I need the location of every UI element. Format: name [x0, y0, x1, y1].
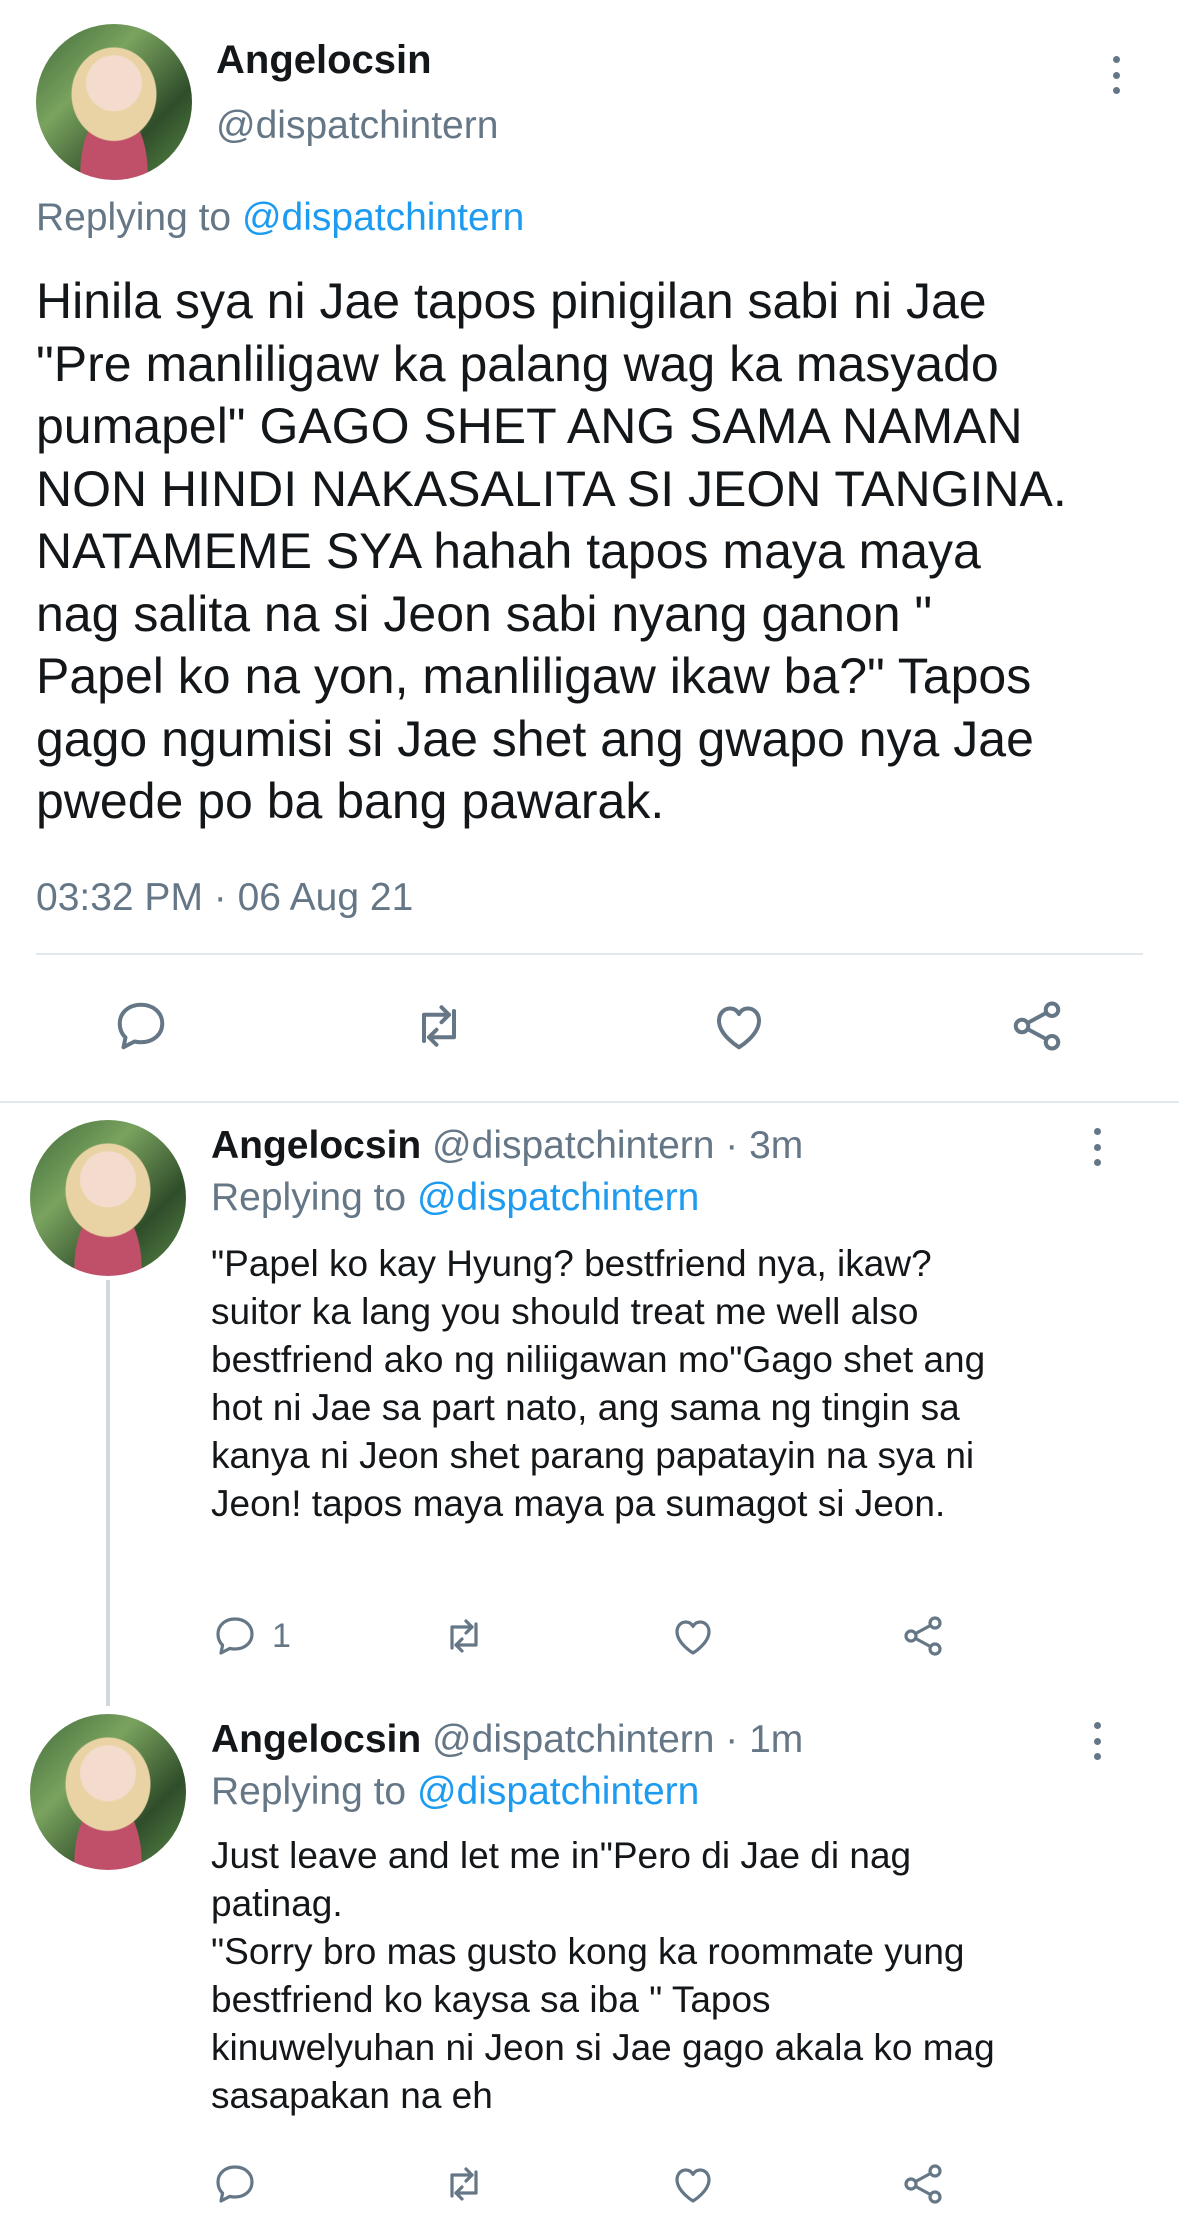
reply-icon[interactable]: [110, 996, 172, 1056]
tweet-text-line: pwede po ba bang pawarak.: [36, 773, 665, 829]
tweet-text-line: NATAMEME SYA hahah tapos maya maya: [36, 523, 981, 579]
reply-text-line: bestfriend ako ng niliigawan mo"Gago she…: [211, 1339, 986, 1380]
reply-text: "Papel ko kay Hyung? bestfriend nya, ika…: [211, 1240, 985, 1528]
retweet-icon[interactable]: [437, 2160, 491, 2208]
main-tweet-text: Hinila sya ni Jae tapos pinigilan sabi n…: [36, 270, 1067, 833]
reply-icon[interactable]: [210, 1612, 260, 1660]
reply-text-line: sasapakan na eh: [211, 2075, 493, 2116]
main-tweet-handle[interactable]: @dispatchintern: [216, 104, 498, 148]
reply-display-name[interactable]: Angelocsin: [211, 1718, 421, 1761]
reply-avatar[interactable]: [30, 1120, 186, 1276]
replying-prefix: Replying to: [211, 1176, 417, 1219]
reply-handle-time[interactable]: @dispatchintern · 1m: [432, 1718, 803, 1761]
reply-text-line: patinag.: [211, 1883, 343, 1924]
reply-replying-to: Replying to @dispatchintern: [211, 1176, 699, 1220]
main-tweet-more-icon[interactable]: [1111, 56, 1121, 94]
reply-text-line: bestfriend ko kaysa sa iba " Tapos: [211, 1979, 771, 2020]
reply-text-line: "Sorry bro mas gusto kong ka roommate yu…: [211, 1931, 965, 1972]
divider: [0, 1101, 1179, 1103]
main-tweet-replying-to: Replying to @dispatchintern: [36, 196, 524, 240]
main-tweet-avatar[interactable]: [36, 24, 192, 180]
share-icon[interactable]: [898, 2160, 948, 2208]
tweet-text-line: nag salita na si Jeon sabi nyang ganon ": [36, 585, 933, 642]
share-icon[interactable]: [1006, 996, 1068, 1056]
replying-to-link[interactable]: @dispatchintern: [417, 1176, 699, 1219]
tweet-text-line: "Pre manliligaw ka palang wag ka masyado: [36, 335, 999, 392]
heart-icon[interactable]: [668, 1612, 718, 1660]
reply-text-line: Jeon! tapos maya maya pa sumagot si Jeon…: [211, 1483, 946, 1524]
retweet-icon[interactable]: [406, 996, 472, 1056]
main-tweet-timestamp[interactable]: 03:32 PM · 06 Aug 21: [36, 876, 413, 920]
tweet-text-line: Hinila sya ni Jae tapos pinigilan sabi n…: [36, 273, 987, 329]
reply-header: Angelocsin @dispatchintern · 3m: [211, 1124, 803, 1168]
tweet-text-line: gago ngumisi si Jae shet ang gwapo nya J…: [36, 710, 1034, 767]
reply-text-line: "Papel ko kay Hyung? bestfriend nya, ika…: [211, 1243, 932, 1284]
replying-to-link[interactable]: @dispatchintern: [417, 1770, 699, 1813]
reply-header: Angelocsin @dispatchintern · 1m: [211, 1718, 803, 1762]
replying-prefix: Replying to: [36, 196, 242, 239]
reply-text-line: kinuwelyuhan ni Jeon si Jae gago akala k…: [211, 2027, 995, 2068]
thread-connector-line: [106, 1280, 110, 1706]
main-tweet-display-name[interactable]: Angelocsin: [216, 38, 432, 83]
share-icon[interactable]: [898, 1612, 948, 1660]
tweet-text-line: NON HINDI NAKASALITA SI JEON TANGINA.: [36, 460, 1067, 517]
reply-count: 1: [272, 1617, 291, 1655]
reply-avatar[interactable]: [30, 1714, 186, 1870]
reply-handle-time[interactable]: @dispatchintern · 3m: [432, 1124, 803, 1167]
heart-icon[interactable]: [668, 2160, 718, 2208]
reply-text-line: suitor ka lang you should treat me well …: [211, 1291, 919, 1332]
tweet-text-line: pumapel" GAGO SHET ANG SAMA NAMAN: [36, 398, 1023, 454]
reply-more-icon[interactable]: [1092, 1128, 1102, 1166]
reply-replying-to: Replying to @dispatchintern: [211, 1770, 699, 1814]
replying-to-link[interactable]: @dispatchintern: [242, 196, 524, 239]
reply-icon[interactable]: [210, 2160, 260, 2208]
reply-display-name[interactable]: Angelocsin: [211, 1124, 421, 1167]
divider: [36, 953, 1143, 955]
reply-text-line: hot ni Jae sa part nato, ang sama ng tin…: [211, 1387, 960, 1428]
reply-text-line: kanya ni Jeon shet parang papatayin na s…: [211, 1435, 975, 1476]
reply-text: Just leave and let me in"Pero di Jae di …: [211, 1832, 995, 2120]
replying-prefix: Replying to: [211, 1770, 417, 1813]
heart-icon[interactable]: [708, 996, 770, 1056]
tweet-text-line: Papel ko na yon, manliligaw ikaw ba?" Ta…: [36, 648, 1032, 704]
retweet-icon[interactable]: [437, 1612, 491, 1660]
reply-more-icon[interactable]: [1092, 1722, 1102, 1760]
reply-text-line: Just leave and let me in"Pero di Jae di …: [211, 1835, 912, 1876]
